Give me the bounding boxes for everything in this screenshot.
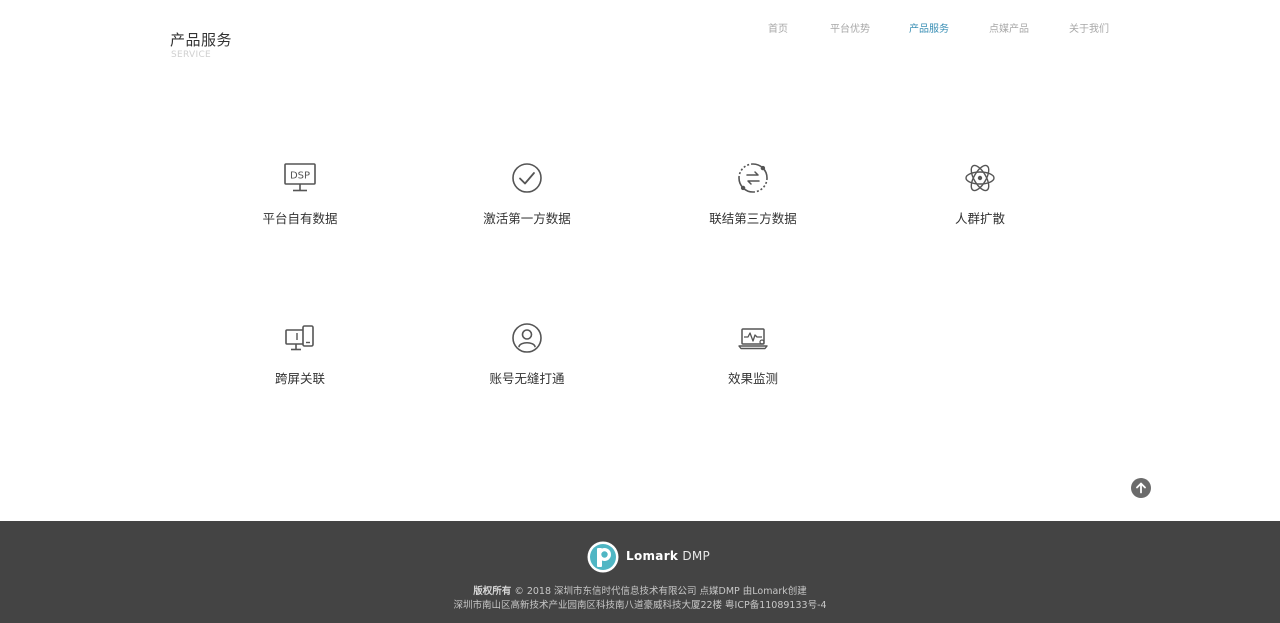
user-circle-icon: [512, 323, 542, 353]
logo-name: Lomark: [626, 549, 679, 563]
back-to-top-button[interactable]: [1131, 478, 1151, 498]
footer-address: 深圳市南山区高新技术产业园南区科技南八道豪威科技大厦22楼 粤ICP备11089…: [453, 600, 827, 611]
service-label: 账号无缝打通: [489, 371, 565, 386]
svg-text:DSP: DSP: [290, 171, 310, 182]
laptop-pulse-icon: [738, 328, 768, 350]
sync-link-icon: [738, 163, 768, 193]
copyright-label: 版权所有: [473, 586, 512, 597]
nav-item-products[interactable]: 点媒产品: [989, 20, 1029, 35]
footer: Lomark DMP 版权所有 © 2018 深圳市东信时代信息技术有限公司 点…: [0, 521, 1280, 623]
service-label: 激活第一方数据: [483, 211, 571, 226]
nav-item-services[interactable]: 产品服务: [909, 20, 949, 35]
service-label: 跨屏关联: [274, 371, 325, 386]
service-cross-screen: 跨屏关联: [200, 321, 400, 387]
service-performance-monitoring: 效果监测: [653, 321, 853, 387]
arrow-up-icon: [1136, 482, 1146, 494]
dsp-monitor-icon: DSP: [284, 163, 316, 192]
nav-item-about[interactable]: 关于我们: [1069, 20, 1109, 35]
service-label: 平台自有数据: [262, 211, 338, 226]
atom-icon: [965, 164, 995, 192]
service-audience-expansion: 人群扩散: [880, 161, 1080, 227]
service-label: 人群扩散: [954, 211, 1005, 226]
lomark-logo-icon: [587, 541, 619, 573]
service-label: 联结第三方数据: [709, 211, 797, 226]
service-label: 效果监测: [727, 371, 778, 386]
check-circle-icon: [512, 163, 542, 193]
footer-copyright: 版权所有 © 2018 深圳市东信时代信息技术有限公司 点媒DMP 由Lomar…: [0, 583, 1280, 597]
service-account-linking: 账号无缝打通: [427, 321, 627, 387]
top-nav: 首页 平台优势 产品服务 点媒产品 关于我们: [0, 20, 1280, 35]
copyright-text: © 2018 深圳市东信时代信息技术有限公司 点媒DMP 由Lomark创建: [514, 586, 807, 597]
multi-screen-icon: [285, 325, 314, 351]
service-third-party-data: 联结第三方数据: [653, 161, 853, 227]
page-subtitle: SERVICE: [171, 50, 212, 60]
service-platform-data: DSP 平台自有数据: [200, 161, 400, 227]
nav-item-advantages[interactable]: 平台优势: [830, 20, 870, 35]
nav-item-home[interactable]: 首页: [768, 20, 788, 35]
service-first-party-data: 激活第一方数据: [427, 161, 627, 227]
logo-suffix: DMP: [682, 549, 711, 563]
footer-logo-text: Lomark DMP: [626, 549, 710, 563]
